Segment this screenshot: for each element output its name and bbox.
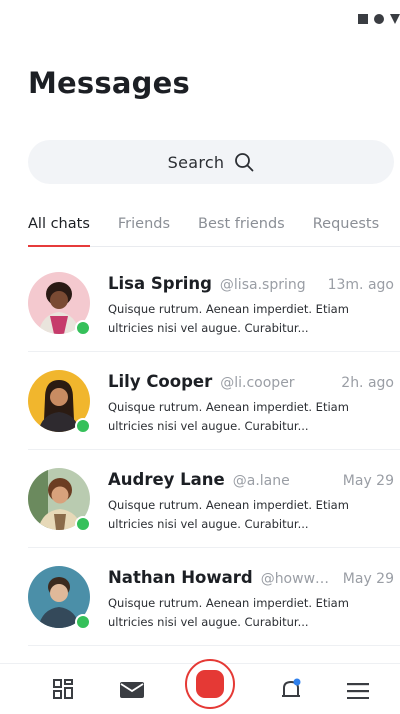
message-preview: Quisque rutrum. Aenean imperdiet. Etiam … [108,400,349,433]
search-label: Search [167,152,225,172]
tab-all-chats[interactable]: All chats [28,206,90,247]
grid-icon[interactable] [52,678,74,704]
status-bar [358,10,400,28]
wifi-icon [374,14,384,24]
message-preview: Quisque rutrum. Aenean imperdiet. Etiam … [108,302,349,335]
chat-item[interactable]: Lily Cooper @li.cooper 2h. ago Quisque r… [28,352,400,450]
chat-list: Lisa Spring @lisa.spring 13m. ago Quisqu… [28,254,400,646]
message-time: May 29 [342,473,394,489]
mail-icon[interactable] [120,682,144,702]
tab-best-friends[interactable]: Best friends [198,206,285,246]
online-indicator [75,418,91,434]
chat-item[interactable]: Nathan Howard @howwa... May 29 Quisque r… [28,548,400,646]
contact-handle: @howwa... [260,571,335,587]
bell-icon[interactable] [280,678,302,706]
tab-requests[interactable]: Requests [313,206,379,246]
contact-name: Lily Cooper [108,372,213,391]
online-indicator [75,320,91,336]
contact-handle: @li.cooper [220,375,295,391]
signal-icon [358,14,368,24]
chat-item[interactable]: Audrey Lane @a.lane May 29 Quisque rutru… [28,450,400,548]
record-button[interactable] [185,659,235,709]
contact-name: Audrey Lane [108,470,225,489]
record-icon [196,670,224,698]
message-time: May 29 [342,571,394,587]
tab-friends[interactable]: Friends [118,206,170,246]
message-preview: Quisque rutrum. Aenean imperdiet. Etiam … [108,596,349,629]
chat-item[interactable]: Lisa Spring @lisa.spring 13m. ago Quisqu… [28,254,400,352]
online-indicator [75,614,91,630]
contact-handle: @a.lane [232,473,290,489]
page-title: Messages [28,66,190,100]
contact-handle: @lisa.spring [219,277,306,293]
chat-tabs: All chats Friends Best friends Requests [28,206,400,247]
battery-icon [390,14,400,24]
contact-name: Lisa Spring [108,274,212,293]
message-time: 2h. ago [341,375,394,391]
search-icon [234,152,254,172]
online-indicator [75,516,91,532]
contact-name: Nathan Howard [108,568,253,587]
message-time: 13m. ago [327,277,394,293]
menu-icon[interactable] [347,683,369,703]
search-bar[interactable]: Search [28,140,394,184]
message-preview: Quisque rutrum. Aenean imperdiet. Etiam … [108,498,349,531]
